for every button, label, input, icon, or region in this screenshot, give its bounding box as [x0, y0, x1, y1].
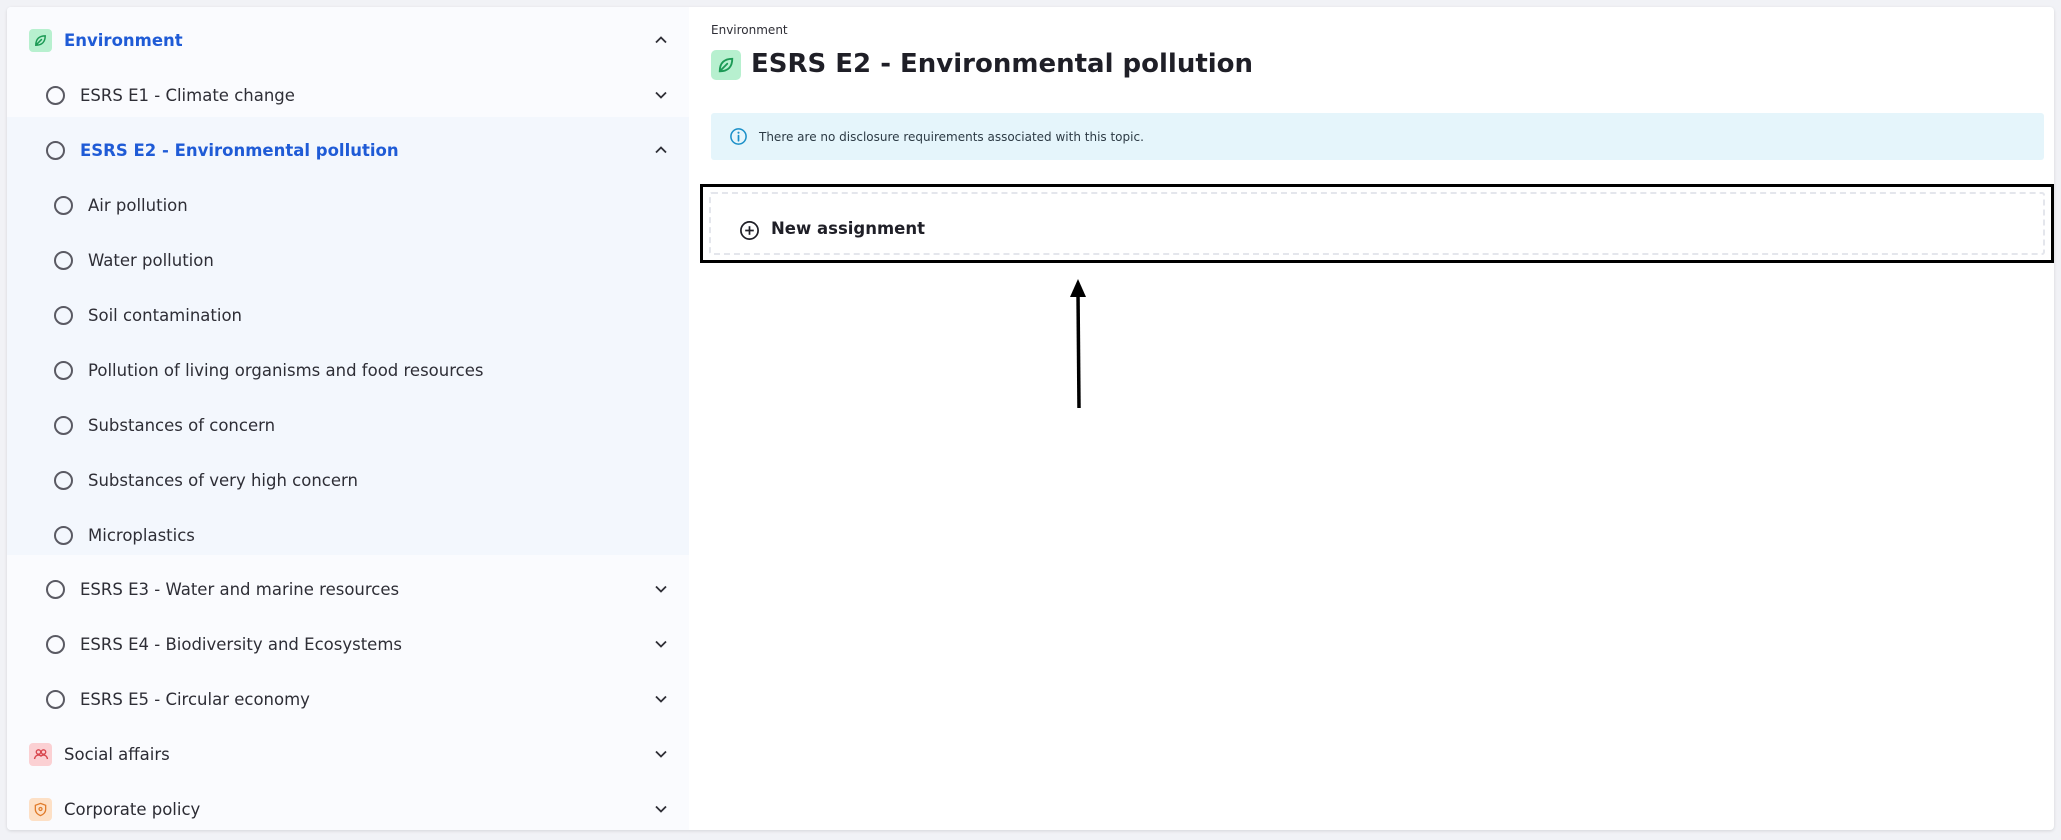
info-text: There are no disclosure requirements ass… [759, 129, 1144, 144]
new-assignment-label: New assignment [771, 219, 925, 238]
sidebar-subtopic-soil-contamination[interactable]: Soil contamination [7, 291, 689, 339]
sidebar-topic-label: ESRS E3 - Water and marine resources [80, 579, 400, 599]
arrow-up-icon [1070, 279, 1086, 409]
sidebar-subtopic-substances-of-concern[interactable]: Substances of concern [7, 401, 689, 449]
info-banner: There are no disclosure requirements ass… [711, 113, 2044, 160]
chevron-up-icon[interactable] [654, 143, 668, 157]
sidebar-subtopic-label: Air pollution [88, 195, 188, 215]
sidebar-category-social-affairs[interactable]: Social affairs [7, 730, 689, 778]
sidebar-category-environment[interactable]: Environment [7, 16, 689, 64]
sidebar-topic-e3[interactable]: ESRS E3 - Water and marine resources [7, 565, 689, 613]
status-circle-icon [54, 305, 73, 325]
sidebar: Environment ESRS E1 - Climate change ESR… [7, 7, 689, 830]
new-assignment-button[interactable]: New assignment [709, 192, 2045, 255]
sidebar-subtopic-microplastics[interactable]: Microplastics [7, 511, 689, 559]
sidebar-topic-e1[interactable]: ESRS E1 - Climate change [7, 71, 689, 119]
status-circle-icon [54, 415, 73, 435]
status-circle-icon [54, 195, 73, 215]
sidebar-category-label: Environment [64, 30, 183, 50]
status-circle-icon [54, 525, 73, 545]
sidebar-subtopic-label: Microplastics [88, 525, 195, 545]
status-circle-icon [54, 470, 73, 490]
sidebar-topic-e5[interactable]: ESRS E5 - Circular economy [7, 675, 689, 723]
status-circle-icon [46, 140, 65, 160]
status-circle-icon [54, 360, 73, 380]
chevron-down-icon[interactable] [654, 637, 668, 651]
sidebar-category-label: Corporate policy [64, 799, 201, 819]
sidebar-subtopic-label: Pollution of living organisms and food r… [88, 360, 484, 380]
sidebar-subtopic-label: Substances of very high concern [88, 470, 358, 490]
shield-icon [29, 797, 52, 821]
chevron-down-icon[interactable] [654, 747, 668, 761]
sidebar-category-corporate-policy[interactable]: Corporate policy [7, 785, 689, 830]
status-circle-icon [54, 250, 73, 270]
sidebar-subtopic-svhc[interactable]: Substances of very high concern [7, 456, 689, 504]
sidebar-subtopic-label: Soil contamination [88, 305, 243, 325]
sidebar-topic-label: ESRS E2 - Environmental pollution [80, 140, 399, 160]
sidebar-topic-e4[interactable]: ESRS E4 - Biodiversity and Ecosystems [7, 620, 689, 668]
status-circle-icon [46, 634, 65, 654]
plus-circle-icon [740, 221, 759, 240]
chevron-down-icon[interactable] [654, 692, 668, 706]
sidebar-topic-label: ESRS E5 - Circular economy [80, 689, 310, 709]
app-frame: Environment ESRS E1 - Climate change ESR… [7, 7, 2054, 830]
main-content: Environment ESRS E2 - Environmental poll… [689, 7, 2054, 830]
leaf-icon [711, 50, 741, 80]
chevron-down-icon[interactable] [654, 582, 668, 596]
sidebar-subtopic-air-pollution[interactable]: Air pollution [7, 181, 689, 229]
sidebar-topic-e2[interactable]: ESRS E2 - Environmental pollution [7, 126, 689, 174]
page-title: ESRS E2 - Environmental pollution [751, 49, 1254, 79]
sidebar-topic-label: ESRS E1 - Climate change [80, 85, 295, 105]
status-circle-icon [46, 689, 65, 709]
breadcrumb[interactable]: Environment [711, 23, 788, 37]
chevron-up-icon[interactable] [654, 33, 668, 47]
chevron-down-icon[interactable] [654, 802, 668, 816]
chevron-down-icon[interactable] [654, 88, 668, 102]
sidebar-subtopic-water-pollution[interactable]: Water pollution [7, 236, 689, 284]
sidebar-category-label: Social affairs [64, 744, 170, 764]
people-icon [29, 742, 52, 766]
leaf-icon [29, 28, 52, 52]
sidebar-subtopic-label: Water pollution [88, 250, 214, 270]
status-circle-icon [46, 579, 65, 599]
status-circle-icon [46, 85, 65, 105]
sidebar-subtopic-living-organisms[interactable]: Pollution of living organisms and food r… [7, 346, 689, 394]
sidebar-topic-label: ESRS E4 - Biodiversity and Ecosystems [80, 634, 402, 654]
sidebar-subtopic-label: Substances of concern [88, 415, 276, 435]
info-icon [730, 128, 747, 145]
new-assignment-highlight: New assignment [700, 184, 2054, 263]
